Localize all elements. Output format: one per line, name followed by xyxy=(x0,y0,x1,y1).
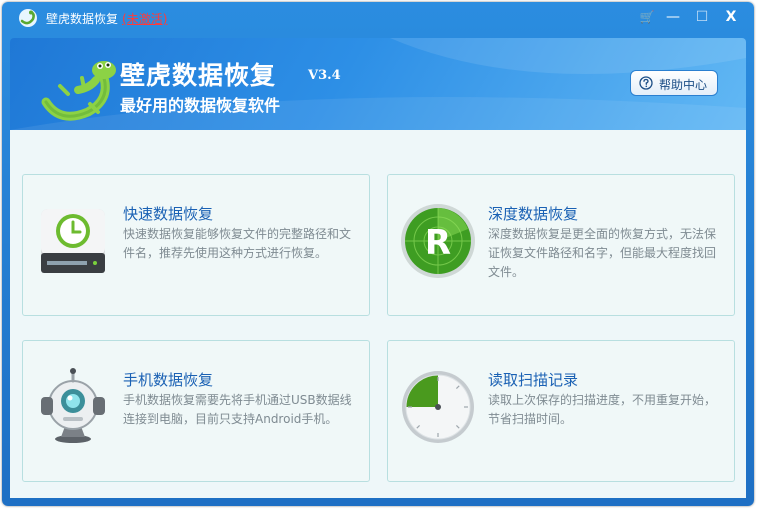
svg-text:R: R xyxy=(425,223,451,263)
minimize-button[interactable]: — xyxy=(662,7,684,27)
deep-recovery-title: 深度数据恢复 xyxy=(488,205,579,223)
read-scan-record-description: 读取上次保存的扫描进度，不用重复开始，节省扫描时间。 xyxy=(488,393,717,426)
cart-icon: 🛒 xyxy=(639,10,655,24)
window-title-text: 壁虎数据恢复 xyxy=(46,12,119,26)
question-circle-icon xyxy=(639,76,653,90)
main-content: 快速数据恢复 快速数据恢复能够恢复文件的完整路径和文件名，推荐先使用这种方式进行… xyxy=(10,130,746,498)
cart-button[interactable]: 🛒 xyxy=(636,7,658,27)
help-center-button[interactable]: 帮助中心 xyxy=(630,70,718,96)
app-tagline: 最好用的数据恢复软件 xyxy=(120,96,281,115)
radar-r-icon: R xyxy=(401,204,475,278)
quick-recovery-card[interactable]: 快速数据恢复 快速数据恢复能够恢复文件的完整路径和文件名，推荐先使用这种方式进行… xyxy=(22,174,370,316)
phone-recovery-title: 手机数据恢复 xyxy=(123,371,214,389)
close-button[interactable]: X xyxy=(720,7,742,27)
window-title: 壁虎数据恢复 (未激活) xyxy=(46,10,167,27)
deep-recovery-card[interactable]: R 深度数据恢复 深度数据恢复是更全面的恢复方式，无法保证恢复文件路径和名字，但… xyxy=(387,174,735,316)
minimize-icon: — xyxy=(666,9,680,25)
app-window: 壁虎数据恢复 (未激活) 🛒 — ☐ X 壁虎数据恢复 V3.4 最好用的数据恢… xyxy=(2,2,754,506)
read-scan-record-title: 读取扫描记录 xyxy=(488,371,579,389)
maximize-icon: ☐ xyxy=(695,9,709,25)
quick-recovery-description: 快速数据恢复能够恢复文件的完整路径和文件名，推荐先使用这种方式进行恢复。 xyxy=(123,227,352,260)
help-center-label: 帮助中心 xyxy=(659,78,708,92)
read-scan-record-card[interactable]: 读取扫描记录 读取上次保存的扫描进度，不用重复开始，节省扫描时间。 xyxy=(387,340,735,482)
app-name: 壁虎数据恢复 xyxy=(120,61,277,90)
hard-drive-clock-icon xyxy=(41,209,105,273)
maximize-button[interactable]: ☐ xyxy=(691,7,713,27)
title-bar[interactable]: 壁虎数据恢复 (未激活) 🛒 — ☐ X xyxy=(2,2,754,34)
quick-recovery-title: 快速数据恢复 xyxy=(123,205,214,223)
deep-recovery-description: 深度数据恢复是更全面的恢复方式，无法保证恢复文件路径和名字，但能最大程度找回文件… xyxy=(488,227,717,279)
activation-status-link[interactable]: (未激活) xyxy=(122,12,167,26)
progress-dial-icon xyxy=(402,371,474,443)
phone-recovery-card[interactable]: 手机数据恢复 手机数据恢复需要先将手机通过USB数据线连接到电脑，目前只支持An… xyxy=(22,340,370,482)
header-banner: 壁虎数据恢复 V3.4 最好用的数据恢复软件 帮助中心 xyxy=(10,38,746,130)
robot-icon xyxy=(41,368,105,443)
gecko-app-icon xyxy=(19,9,37,27)
phone-recovery-description: 手机数据恢复需要先将手机通过USB数据线连接到电脑，目前只支持Android手机… xyxy=(123,393,352,426)
close-icon: X xyxy=(725,9,737,25)
gecko-logo-icon xyxy=(41,61,116,121)
app-version: V3.4 xyxy=(308,68,341,83)
